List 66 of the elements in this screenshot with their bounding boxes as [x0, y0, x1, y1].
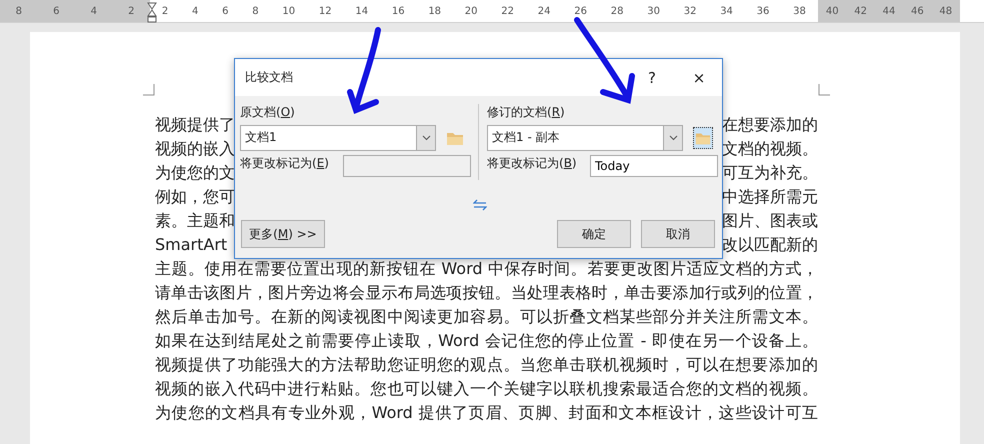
text-line: 中选择所需元	[722, 186, 818, 208]
text-line: 视频的嵌入代码中进行粘贴。您也可以键入一个关键字以联机搜索最适合您的文档的视频。	[155, 378, 818, 400]
ruler-number: 32	[682, 6, 698, 16]
author-field[interactable]: Today	[590, 155, 718, 177]
field-label: 将更改标记为(B)	[487, 155, 577, 172]
ruler-number: 30	[646, 6, 661, 16]
help-button[interactable]: ?	[642, 68, 662, 86]
text-line: 视频的嵌入	[155, 138, 235, 160]
text-line: 视频提供了	[155, 114, 235, 136]
ruler-number: 34	[719, 6, 734, 16]
crop-mark	[143, 84, 155, 96]
dialog-title: 比较文档	[245, 69, 294, 86]
ruler-number: 44	[882, 6, 896, 16]
swap-icon[interactable]	[473, 199, 487, 211]
ruler-number: 20	[464, 6, 479, 16]
text-line: 请单击该图片，图片旁边将会显示布局选项按钮。当处理表格时，单击要添加行或列的位置，	[155, 282, 818, 304]
ruler-number: 12	[318, 6, 333, 16]
ruler-number: 10	[281, 6, 296, 16]
ruler-number: 46	[910, 6, 925, 16]
close-button[interactable]: ×	[676, 68, 722, 88]
ruler-number: 8	[251, 6, 260, 16]
ruler-number: 48	[938, 6, 954, 16]
ruler-number: 24	[536, 6, 552, 16]
browse-button[interactable]	[693, 127, 713, 149]
text-line: 如果在达到结尾处之前需要停止读取，Word 会记住您的停止位置 - 即使在另一个设备上。	[155, 330, 818, 352]
text-line: 然后单击加号。在新的阅读视图中阅读更加容易。可以折叠文档某些部分并关注所需文本。	[155, 306, 818, 328]
field-label: 将更改标记为(E)	[240, 155, 329, 172]
text-line: 为使您的文档具有专业外观，Word 提供了页眉、页脚、封面和文本框设计，这些设计可互	[155, 402, 818, 424]
ruler-number: 36	[756, 6, 770, 16]
ruler-number: 8	[14, 6, 23, 16]
text-line: 可互为补充。	[722, 162, 818, 184]
ruler-number: 2	[127, 6, 136, 16]
ruler-number: 6	[221, 6, 230, 16]
ruler-number: 4	[90, 6, 98, 16]
ruler-number: 40	[824, 6, 840, 16]
text-line: SmartArt	[155, 234, 228, 256]
more-button[interactable]: 更多(M) >>	[241, 220, 325, 248]
document-dropdown[interactable]: 文档1 - 副本	[487, 125, 683, 151]
ruler-number: 26	[573, 6, 588, 16]
crop-mark	[818, 84, 830, 96]
ruler-number: 2	[160, 6, 170, 16]
text-line: 为使您的文	[155, 162, 235, 184]
chevron-down-icon	[668, 135, 678, 141]
text-line: 在想要添加的	[722, 114, 818, 136]
field-label: 修订的文档(R)	[487, 104, 566, 121]
ruler-number: 28	[610, 6, 624, 16]
text-line: 素。主题和	[155, 210, 235, 232]
text-line: 改以匹配新的	[722, 234, 818, 256]
field-label: 原文档(O)	[240, 104, 296, 121]
chevron-down-icon	[422, 135, 430, 141]
text-line: 图片、图表或	[722, 210, 818, 232]
text-line: 例如，您可	[155, 186, 235, 208]
ruler-number: 14	[354, 6, 370, 16]
text-line: 视频提供了功能强大的方法帮助您证明您的观点。当您单击联机视频时，可以在想要添加的	[155, 354, 818, 376]
ok-button[interactable]: 确定	[557, 220, 631, 248]
ruler-number: 42	[853, 6, 868, 16]
ruler-number: 18	[427, 6, 442, 16]
ruler-number: 4	[191, 6, 200, 16]
ruler-number: 16	[390, 6, 406, 16]
text-line: 主题。使用在需要位置出现的新按钮在 Word 中保存时间。若要更改图片适应文档的方式，	[155, 258, 818, 280]
ruler-number: 6	[52, 6, 60, 16]
text-line: 文档的视频。	[722, 138, 818, 160]
ruler-number: 22	[500, 6, 516, 16]
document-dropdown[interactable]: 文档1	[240, 125, 436, 151]
cancel-button[interactable]: 取消	[641, 220, 715, 248]
ruler-number: 38	[792, 6, 807, 16]
